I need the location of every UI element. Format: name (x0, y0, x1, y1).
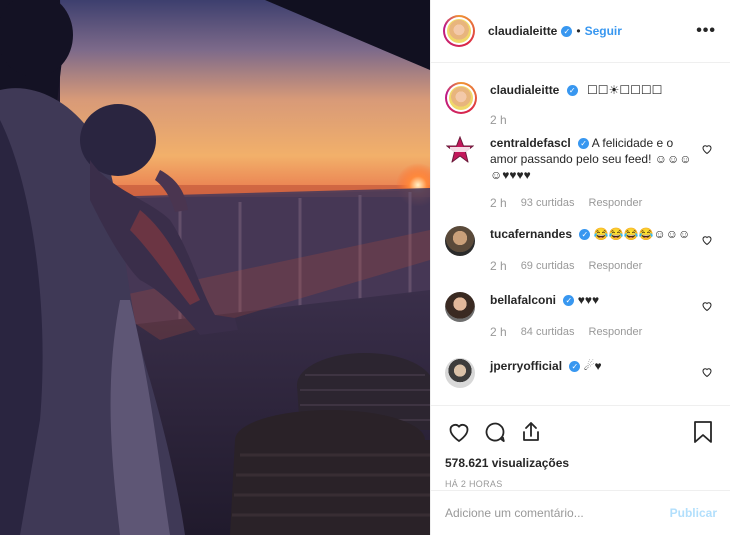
comments-list[interactable]: claudialeitte ✓ ☐☐☀☐☐☐☐ 2 h centraldefas… (431, 64, 730, 405)
comment-input[interactable] (445, 506, 670, 520)
view-count[interactable]: 578.621 visualizações (445, 456, 717, 470)
caption-username[interactable]: claudialeitte (490, 83, 559, 97)
comment-likes[interactable]: 69 curtidas (521, 258, 575, 274)
heart-icon[interactable] (445, 418, 473, 446)
verified-badge-icon: ✓ (561, 25, 573, 37)
commenter-username[interactable]: bellafalconi (490, 293, 556, 307)
commenter-username[interactable]: tucafernandes (490, 227, 572, 241)
commenter-username[interactable]: jperryofficial (490, 359, 562, 373)
like-comment-heart-icon[interactable] (701, 234, 713, 246)
comment-text: ♥♥♥ (577, 293, 600, 307)
share-icon[interactable] (517, 418, 545, 446)
caption-time[interactable]: 2 h (490, 112, 507, 128)
comment-icon[interactable] (481, 418, 509, 446)
commenter-avatar[interactable] (445, 135, 475, 165)
comment-time[interactable]: 2 h (490, 195, 507, 211)
commenter-avatar[interactable] (445, 358, 475, 388)
header-separator: • (576, 24, 581, 38)
comment-time[interactable]: 2 h (490, 258, 507, 274)
verified-badge-icon: ✓ (569, 361, 581, 373)
comment-text: ☄♥ (583, 359, 602, 373)
like-comment-heart-icon[interactable] (701, 366, 713, 378)
verified-badge-icon: ✓ (579, 229, 591, 241)
comment-likes[interactable]: 84 curtidas (521, 324, 575, 340)
more-options-icon[interactable]: ••• (696, 22, 716, 40)
post-photo[interactable] (0, 0, 430, 535)
comment-item: jperryofficial ✓ ☄♥ (445, 358, 715, 388)
follow-button[interactable]: Seguir (585, 24, 622, 38)
caption-text: ☐☐☀☐☐☐☐ (587, 83, 663, 97)
post-timestamp[interactable]: HÁ 2 HORAS (445, 479, 717, 489)
commenter-username[interactable]: centraldefascl (490, 136, 571, 150)
bookmark-icon[interactable] (689, 418, 717, 446)
commenter-avatar[interactable] (445, 226, 475, 256)
comment-time[interactable]: 2 h (490, 324, 507, 340)
comment-item: tucafernandes ✓ 😂😂😂😂☺☺☺ 2 h 69 curtidas … (445, 226, 715, 274)
author-avatar[interactable] (443, 15, 475, 47)
comment-text: 😂😂😂😂☺☺☺ (593, 227, 691, 241)
reply-button[interactable]: Responder (589, 258, 643, 274)
publish-button[interactable]: Publicar (670, 506, 717, 520)
post-header: claudialeitte ✓ • Seguir ••• (431, 0, 730, 63)
like-comment-heart-icon[interactable] (701, 143, 713, 155)
reply-button[interactable]: Responder (589, 195, 643, 211)
post-actions: 578.621 visualizações HÁ 2 HORAS (431, 405, 730, 489)
author-username[interactable]: claudialeitte (488, 24, 557, 38)
comment-item: bellafalconi ✓ ♥♥♥ 2 h 84 curtidas Respo… (445, 292, 715, 340)
commenter-avatar[interactable] (445, 292, 475, 322)
verified-badge-icon: ✓ (563, 295, 575, 307)
post-side-panel: claudialeitte ✓ • Seguir ••• claudialeit… (430, 0, 730, 535)
sunset-silhouette-image (0, 0, 430, 535)
add-comment-bar: Publicar (431, 490, 730, 535)
caption-avatar[interactable] (445, 82, 477, 114)
comment-likes[interactable]: 93 curtidas (521, 195, 575, 211)
comment-item: centraldefascl ✓ A felicidade e o amor p… (445, 135, 715, 211)
reply-button[interactable]: Responder (589, 324, 643, 340)
verified-badge-icon: ✓ (578, 138, 590, 150)
like-comment-heart-icon[interactable] (701, 300, 713, 312)
caption-item: claudialeitte ✓ ☐☐☀☐☐☐☐ 2 h (445, 82, 715, 128)
instagram-post-modal: claudialeitte ✓ • Seguir ••• claudialeit… (0, 0, 730, 535)
verified-badge-icon: ✓ (566, 85, 578, 97)
